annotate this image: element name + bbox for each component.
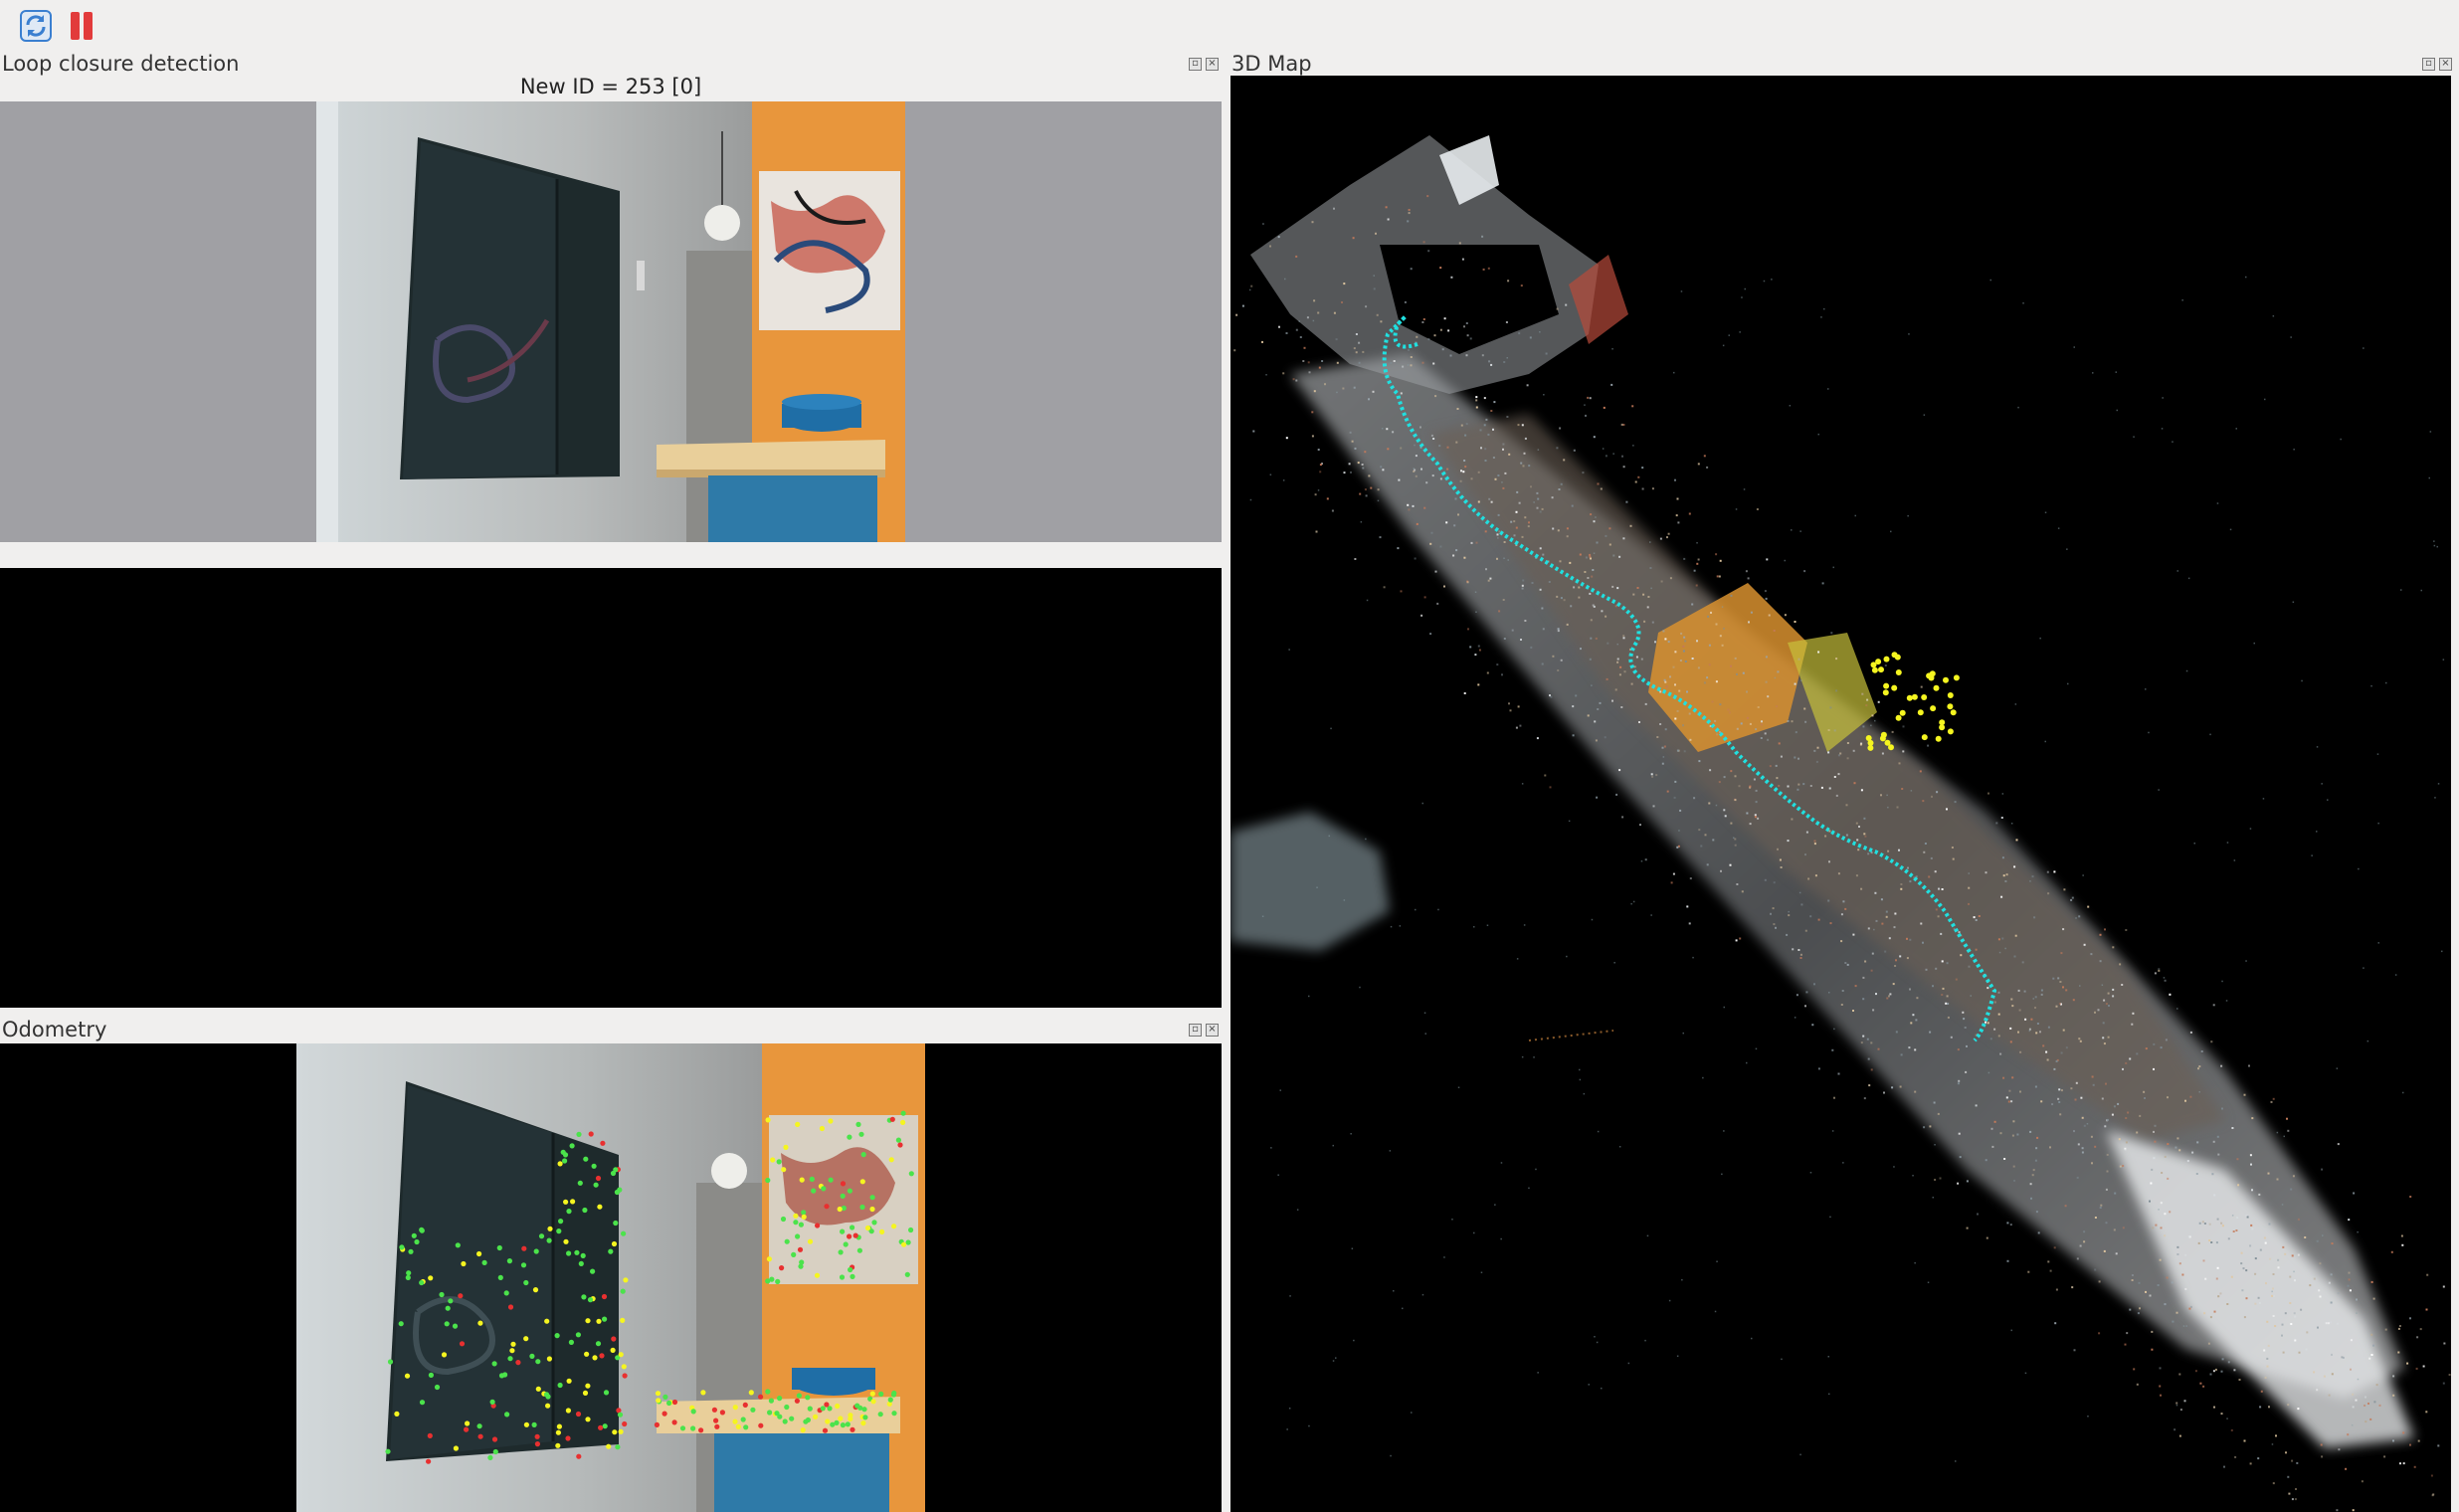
map3d-viewport[interactable] — [1230, 76, 2451, 1512]
refresh-icon — [20, 10, 52, 42]
odometry-image-view — [0, 1043, 1222, 1512]
loop-closure-new-image — [0, 101, 1222, 542]
refresh-button[interactable] — [14, 4, 58, 48]
loop-closure-separator — [0, 542, 1222, 568]
odometry-feature-image — [296, 1043, 925, 1512]
map3d-float-button[interactable]: ▫ — [2422, 58, 2435, 71]
map3d-title: 3D Map — [1231, 52, 1312, 76]
loop-closure-loop-image — [0, 568, 1222, 1008]
kitchen-scene-image — [0, 101, 1222, 542]
odometry-close-button[interactable]: × — [1206, 1024, 1219, 1037]
loop-closure-close-button[interactable]: × — [1206, 58, 1219, 71]
loop-closure-float-button[interactable]: ▫ — [1189, 58, 1202, 71]
pause-button[interactable] — [60, 4, 103, 48]
point-cloud-render — [1230, 135, 2451, 1512]
loop-closure-title: Loop closure detection — [2, 52, 240, 76]
pause-icon — [71, 12, 93, 40]
odometry-float-button[interactable]: ▫ — [1189, 1024, 1202, 1037]
odometry-title: Odometry — [2, 1018, 107, 1041]
map3d-close-button[interactable]: × — [2439, 58, 2452, 71]
toolbar — [0, 0, 2459, 52]
new-id-label: New ID = 253 [0] — [519, 75, 702, 98]
